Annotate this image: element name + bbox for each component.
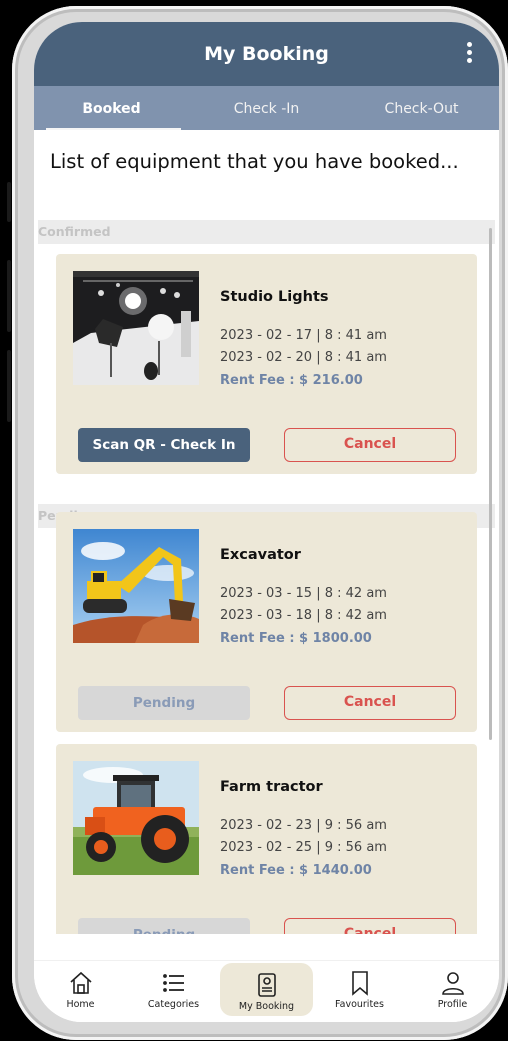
pending-status-button[interactable]: Pending — [78, 918, 250, 934]
nav-profile[interactable]: Profile — [406, 961, 499, 1022]
booking-start-date: 2023 - 02 - 17 | 8 : 41 am — [220, 328, 387, 343]
booking-list[interactable]: Confirmed Studio Lights 2023 - 02 - 17 |… — [34, 220, 499, 934]
booking-card: Studio Lights 2023 - 02 - 17 | 8 : 41 am… — [56, 254, 477, 474]
nav-categories-label: Categories — [147, 999, 200, 1010]
nav-my-booking-label: My Booking — [238, 1001, 295, 1012]
equipment-name: Studio Lights — [220, 289, 329, 305]
booking-start-date: 2023 - 03 - 15 | 8 : 42 am — [220, 586, 387, 601]
rent-fee: Rent Fee : $ 1440.00 — [220, 863, 372, 878]
nav-profile-label: Profile — [437, 999, 468, 1010]
booking-end-date: 2023 - 02 - 25 | 9 : 56 am — [220, 840, 387, 855]
section-header-confirmed: Confirmed — [38, 220, 495, 244]
volume-down-button — [7, 350, 11, 422]
nav-favourites-label: Favourites — [335, 999, 384, 1010]
pending-status-button[interactable]: Pending — [78, 686, 250, 720]
app-screen: My Booking Booked Check -In Check-Out Li… — [34, 22, 499, 1022]
rent-fee: Rent Fee : $ 216.00 — [220, 373, 363, 388]
app-header: My Booking — [34, 22, 499, 86]
scan-qr-check-in-button[interactable]: Scan QR - Check In — [78, 428, 250, 462]
booking-end-date: 2023 - 02 - 20 | 8 : 41 am — [220, 350, 387, 365]
list-heading: List of equipment that you have booked..… — [50, 150, 459, 173]
bookmark-icon — [351, 971, 368, 996]
nav-favourites[interactable]: Favourites — [313, 961, 406, 1022]
equipment-name: Farm tractor — [220, 779, 323, 795]
rent-fee: Rent Fee : $ 1800.00 — [220, 631, 372, 646]
booking-start-date: 2023 - 02 - 23 | 9 : 56 am — [220, 818, 387, 833]
home-icon — [69, 971, 92, 994]
studio-lights-image — [73, 271, 199, 385]
list-icon — [162, 974, 184, 992]
user-icon — [441, 972, 464, 995]
nav-home-label: Home — [66, 999, 95, 1010]
booking-card: Farm tractor 2023 - 02 - 23 | 9 : 56 am … — [56, 744, 477, 934]
bottom-navigation: Home Categories My Booking Favourites Pr… — [34, 960, 499, 1022]
cancel-button[interactable]: Cancel — [284, 428, 456, 462]
booking-icon — [257, 973, 276, 997]
nav-categories[interactable]: Categories — [127, 961, 220, 1022]
cancel-button[interactable]: Cancel — [284, 686, 456, 720]
equipment-name: Excavator — [220, 547, 301, 563]
booking-end-date: 2023 - 03 - 18 | 8 : 42 am — [220, 608, 387, 623]
farm-tractor-image — [73, 761, 199, 875]
volume-up-button — [7, 260, 11, 332]
excavator-image — [73, 529, 199, 643]
cancel-button[interactable]: Cancel — [284, 918, 456, 934]
tab-booked[interactable]: Booked — [34, 86, 189, 130]
tab-check-in[interactable]: Check -In — [189, 86, 344, 130]
nav-home[interactable]: Home — [34, 961, 127, 1022]
more-options-icon[interactable] — [467, 42, 473, 64]
mute-switch — [7, 182, 11, 222]
page-title: My Booking — [204, 43, 329, 65]
scrollbar[interactable] — [489, 228, 492, 740]
booking-card: Excavator 2023 - 03 - 15 | 8 : 42 am 202… — [56, 512, 477, 732]
nav-my-booking[interactable]: My Booking — [220, 963, 313, 1016]
tab-check-out[interactable]: Check-Out — [344, 86, 499, 130]
tab-bar: Booked Check -In Check-Out — [34, 86, 499, 130]
